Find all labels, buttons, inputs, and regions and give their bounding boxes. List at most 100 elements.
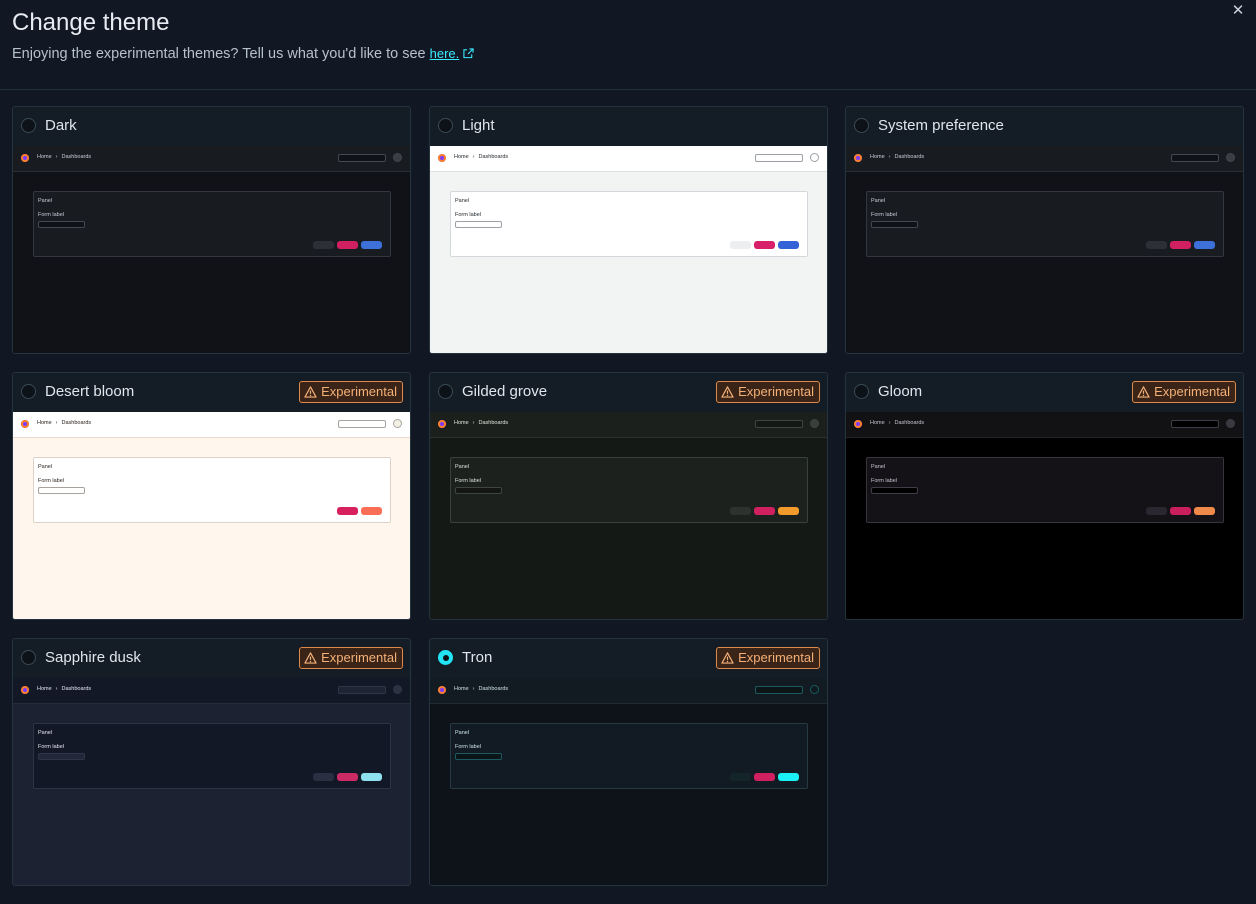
theme-preview: Home › Dashboards Panel Form label <box>430 678 827 885</box>
preview-input <box>455 487 502 494</box>
theme-card-header: Desert bloom Experimental <box>13 373 410 413</box>
external-link-icon <box>463 48 474 59</box>
warning-icon <box>721 386 734 398</box>
preview-panel: Panel Form label <box>33 191 391 257</box>
preview-topbar: Home › Dashboards <box>846 412 1243 438</box>
preview-button-primary <box>1194 241 1215 249</box>
preview-button-destructive <box>337 241 358 249</box>
theme-radio[interactable] <box>438 384 453 399</box>
preview-breadcrumb: Home › Dashboards <box>37 154 91 160</box>
theme-card-header: Dark <box>13 107 410 147</box>
preview-crumb-home: Home <box>870 154 885 160</box>
preview-search <box>1171 420 1219 428</box>
preview-panel-title: Panel <box>871 198 886 204</box>
theme-radio[interactable] <box>854 384 869 399</box>
preview-topbar: Home › Dashboards <box>13 678 410 704</box>
preview-button-secondary <box>730 241 751 249</box>
preview-panel: Panel Form label <box>866 457 1224 523</box>
preview-button-destructive <box>1170 241 1191 249</box>
theme-card-gloom[interactable]: Gloom Experimental Home › Dashboards Panel… <box>845 372 1244 620</box>
experimental-badge-label: Experimental <box>1154 384 1230 399</box>
preview-breadcrumb: Home › Dashboards <box>37 686 91 692</box>
preview-input <box>455 221 502 228</box>
preview-panel: Panel Form label <box>33 457 391 523</box>
grafana-logo-icon <box>438 420 446 428</box>
preview-breadcrumb: Home › Dashboards <box>454 154 508 160</box>
theme-name: Gilded grove <box>462 383 548 400</box>
preview-search <box>338 420 386 428</box>
theme-radio[interactable] <box>21 650 36 665</box>
preview-breadcrumb: Home › Dashboards <box>870 154 924 160</box>
preview-button-secondary <box>1146 507 1167 515</box>
preview-button-primary <box>361 773 382 781</box>
dialog-header: Change theme Enjoying the experimental t… <box>0 0 1256 90</box>
preview-panel-title: Panel <box>38 730 53 736</box>
preview-crumb-separator: › <box>888 154 891 160</box>
warning-icon <box>721 652 734 664</box>
theme-card-desert-bloom[interactable]: Desert bloom Experimental Home › Dashboard… <box>12 372 411 620</box>
theme-card-light[interactable]: Light Home › Dashboards Panel Form label <box>429 106 828 354</box>
preview-crumb-dashboards: Dashboards <box>478 154 509 160</box>
theme-radio[interactable] <box>21 384 36 399</box>
preview-button-primary <box>778 241 799 249</box>
preview-breadcrumb: Home › Dashboards <box>454 686 508 692</box>
preview-input <box>38 753 85 760</box>
theme-card-dark[interactable]: Dark Home › Dashboards Panel Form label <box>12 106 411 354</box>
preview-crumb-home: Home <box>37 420 52 426</box>
theme-preview: Home › Dashboards Panel Form label <box>430 412 827 619</box>
theme-card-header: Tron Experimental <box>430 639 827 679</box>
preview-form-label: Form label <box>455 744 481 750</box>
preview-input <box>455 753 502 760</box>
subtitle-text: Enjoying the experimental themes? Tell u… <box>12 46 426 62</box>
preview-crumb-dashboards: Dashboards <box>478 420 509 426</box>
preview-form-label: Form label <box>38 744 64 750</box>
preview-button-secondary <box>730 773 751 781</box>
theme-name: Dark <box>45 117 77 134</box>
preview-panel-title: Panel <box>455 198 470 204</box>
experimental-badge-label: Experimental <box>738 650 814 665</box>
theme-radio[interactable] <box>21 118 36 133</box>
theme-radio[interactable] <box>438 118 453 133</box>
preview-button-primary <box>778 773 799 781</box>
theme-radio[interactable] <box>438 650 453 665</box>
preview-topbar: Home › Dashboards <box>430 412 827 438</box>
preview-panel-title: Panel <box>871 464 886 470</box>
preview-button-destructive <box>754 241 775 249</box>
preview-form-label: Form label <box>38 478 64 484</box>
theme-name: System preference <box>878 117 1004 134</box>
grafana-logo-icon <box>21 686 29 694</box>
grafana-logo-icon <box>21 420 29 428</box>
preview-search <box>755 686 803 694</box>
theme-card-system-preference[interactable]: System preference Home › Dashboards Panel … <box>845 106 1244 354</box>
preview-crumb-separator: › <box>888 420 891 426</box>
preview-crumb-separator: › <box>472 686 475 692</box>
preview-input <box>38 221 85 228</box>
theme-card-tron[interactable]: Tron Experimental Home › Dashboards Panel … <box>429 638 828 886</box>
preview-crumb-home: Home <box>454 686 469 692</box>
preview-crumb-home: Home <box>37 686 52 692</box>
theme-card-header: Light <box>430 107 827 147</box>
preview-avatar <box>1226 153 1235 162</box>
preview-button-primary <box>361 507 382 515</box>
preview-search <box>755 154 803 162</box>
preview-crumb-separator: › <box>472 154 475 160</box>
close-icon[interactable]: ✕ <box>1230 3 1246 19</box>
theme-card-gilded-grove[interactable]: Gilded grove Experimental Home › Dashboard… <box>429 372 828 620</box>
preview-button-secondary <box>1146 241 1167 249</box>
preview-panel: Panel Form label <box>450 457 808 523</box>
dialog-title: Change theme <box>12 9 170 36</box>
warning-icon <box>1137 386 1150 398</box>
feedback-link[interactable]: here. <box>430 46 460 61</box>
experimental-badge-label: Experimental <box>321 384 397 399</box>
theme-radio[interactable] <box>854 118 869 133</box>
preview-form-label: Form label <box>455 212 481 218</box>
theme-name: Tron <box>462 649 493 666</box>
preview-avatar <box>393 419 402 428</box>
theme-card-sapphire-dusk[interactable]: Sapphire dusk Experimental Home › Dashboar… <box>12 638 411 886</box>
preview-search <box>338 154 386 162</box>
preview-panel-title: Panel <box>38 464 53 470</box>
preview-topbar: Home › Dashboards <box>13 146 410 172</box>
preview-input <box>871 487 918 494</box>
preview-avatar <box>393 153 402 162</box>
theme-card-header: Sapphire dusk Experimental <box>13 639 410 679</box>
